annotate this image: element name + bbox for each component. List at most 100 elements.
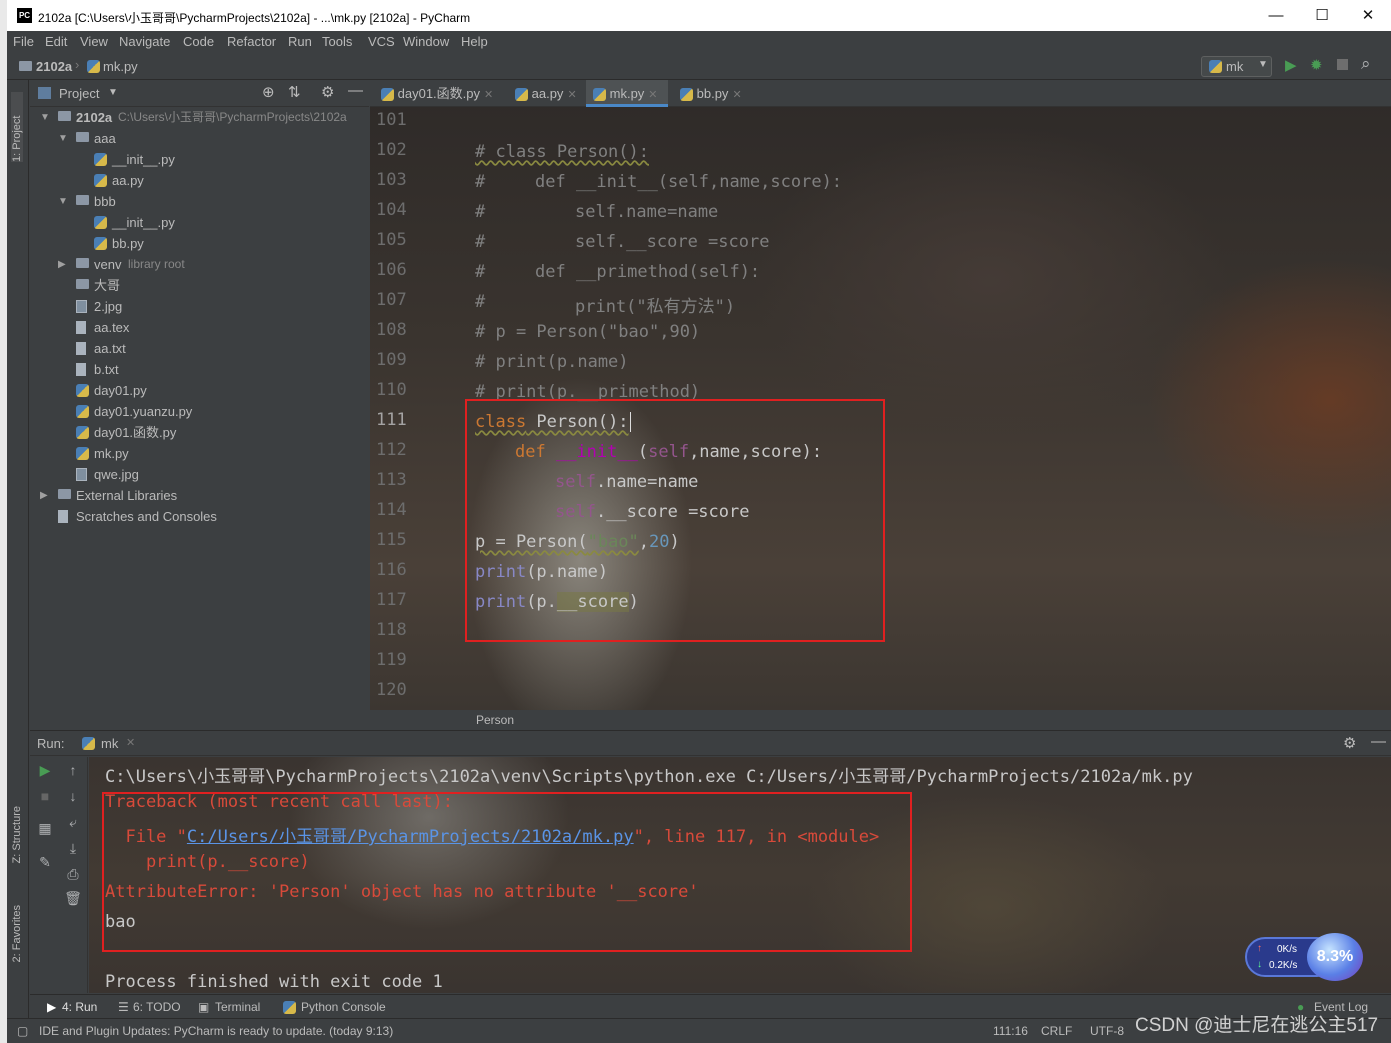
tree-item[interactable]: b.txt [30,359,369,380]
tree-item[interactable]: ▼ aaa [30,128,369,149]
chevron-right-icon[interactable]: ▶ [58,254,66,275]
chevron-down-icon[interactable]: ▼ [40,107,50,128]
tool-window-favorites[interactable]: 2: Favorites [11,905,23,962]
print-icon[interactable]: ⎙ [64,865,82,883]
tree-item[interactable]: day01.函数.py [30,422,369,443]
menu-tools[interactable]: Tools [322,34,352,49]
code-text: self.name=name [575,202,719,222]
tree-item[interactable]: mk.py [30,443,369,464]
tree-item[interactable]: aa.tex [30,317,369,338]
hide-panel-icon[interactable]: — [1371,733,1386,750]
tree-item[interactable]: Scratches and Consoles [30,506,369,527]
hide-panel-icon[interactable]: — [348,82,363,99]
tree-item[interactable]: 2.jpg [30,296,369,317]
run-configuration-select[interactable]: mk ▼ [1201,56,1272,77]
locate-file-icon[interactable]: ⊕ [262,83,275,101]
run-tab-mk[interactable]: mk [101,736,118,751]
gear-icon[interactable]: ⚙ [1343,734,1356,752]
minimize-button[interactable]: — [1253,0,1299,31]
gear-icon[interactable]: ⚙ [321,83,334,101]
tool-window-structure[interactable]: Z: Structure [11,806,23,863]
menu-edit[interactable]: Edit [45,34,67,49]
line-separator[interactable]: CRLF [1041,1024,1072,1038]
chevron-down-icon[interactable]: ▼ [58,128,68,149]
stop-icon[interactable] [1337,59,1348,70]
run-configuration-label: mk [1226,59,1244,74]
tree-item[interactable]: aa.txt [30,338,369,359]
code-line-104[interactable]: # self.name=name [475,202,718,222]
scroll-to-end-icon[interactable]: ⤓ [64,839,82,857]
tree-item[interactable]: aa.py [30,170,369,191]
menu-help[interactable]: Help [461,34,488,49]
close-window-button[interactable]: ✕ [1345,0,1391,31]
close-tab-icon[interactable]: ✕ [484,89,493,101]
tree-item[interactable]: day01.py [30,380,369,401]
code-line-103[interactable]: # def __init__(self,name,score): [475,172,842,192]
tool-button-run[interactable]: 4: Run [62,1000,97,1014]
file-encoding[interactable]: UTF-8 [1090,1024,1124,1038]
menu-refactor[interactable]: Refactor [227,34,276,49]
chevron-right-icon[interactable]: ▶ [40,485,48,506]
tool-button-terminal[interactable]: Terminal [215,1000,260,1014]
tree-item[interactable]: __init__.py [30,149,369,170]
project-view-label[interactable]: Project [59,86,99,101]
tree-item[interactable]: 大哥 [30,275,369,296]
menu-navigate[interactable]: Navigate [119,34,170,49]
tool-button-todo[interactable]: 6: TODO [133,1000,181,1014]
chevron-down-icon[interactable]: ▼ [58,191,68,212]
layout-icon[interactable]: ▦ [36,819,54,837]
tool-button-python-console[interactable]: Python Console [301,1000,386,1014]
close-tab-icon[interactable]: ✕ [732,89,741,101]
menu-run[interactable]: Run [288,34,312,49]
code-line-108[interactable]: # p = Person("bao",90) [475,322,700,342]
tab-mk-py[interactable]: mk.py ✕ [586,80,668,107]
menu-window[interactable]: Window [403,34,449,49]
editor-scrollbar[interactable] [1381,110,1391,710]
chevron-down-icon[interactable]: ▼ [108,87,118,98]
tree-item[interactable]: day01.yuanzu.py [30,401,369,422]
rerun-icon[interactable]: ▶ [36,761,54,779]
status-message[interactable]: IDE and Plugin Updates: PyCharm is ready… [39,1024,393,1038]
arrow-up-icon[interactable]: ↑ [64,761,82,779]
tree-item[interactable]: ▶ venv library root [30,254,369,275]
tree-item[interactable]: ▶ External Libraries [30,485,369,506]
breadcrumb-class[interactable]: Person [476,713,514,727]
soft-wrap-icon[interactable]: ⤶ [64,813,82,831]
run-icon[interactable]: ▶ [1285,56,1297,74]
tab-bb-py[interactable]: bb.py ✕ [673,80,742,107]
code-line-106[interactable]: # def __primethod(self): [475,262,760,282]
status-window-icon[interactable]: ▢ [17,1024,28,1038]
close-tab-icon[interactable]: ✕ [126,736,135,749]
code-line-105[interactable]: # self.__score =score [475,232,769,252]
breadcrumb-project[interactable]: 2102a [36,59,72,74]
debug-icon[interactable]: ✹ [1310,56,1323,74]
code-line-102[interactable]: # class Person(): [475,142,649,162]
code-line-107[interactable]: # print("私有方法") [475,292,735,317]
breadcrumb-file[interactable]: mk.py [103,59,138,74]
folder-icon [76,132,89,142]
tree-item[interactable]: bb.py [30,233,369,254]
collapse-all-icon[interactable]: ⇅ [288,83,301,101]
tab-aa-py[interactable]: aa.py ✕ [508,80,577,107]
trash-icon[interactable]: 🗑 [64,889,82,907]
tab-day01-functions[interactable]: day01.函数.py ✕ [374,80,493,107]
run-console[interactable]: C:\Users\小玉哥哥\PycharmProjects\2102a\venv… [89,757,1391,993]
tool-window-project[interactable]: 1: Project [11,92,23,162]
arrow-down-icon[interactable]: ↓ [64,787,82,805]
caret-position[interactable]: 111:16 [993,1024,1028,1038]
menu-code[interactable]: Code [183,34,214,49]
tree-item[interactable]: ▼ bbb [30,191,369,212]
pin-icon[interactable]: ✎ [36,853,54,871]
code-line-109[interactable]: # print(p.name) [475,352,629,372]
search-everywhere-icon[interactable]: ⌕ [1361,54,1371,74]
tree-item[interactable]: qwe.jpg [30,464,369,485]
menu-view[interactable]: View [80,34,108,49]
tree-item[interactable]: ▼ 2102a C:\Users\小玉哥哥\PycharmProjects\2102… [30,107,369,128]
stop-icon[interactable]: ■ [36,787,54,805]
menu-vcs[interactable]: VCS [368,34,395,49]
tree-item[interactable]: __init__.py [30,212,369,233]
menu-file[interactable]: File [13,34,34,49]
maximize-button[interactable]: ☐ [1299,0,1345,31]
close-tab-icon[interactable]: ✕ [648,89,657,101]
close-tab-icon[interactable]: ✕ [567,89,576,101]
